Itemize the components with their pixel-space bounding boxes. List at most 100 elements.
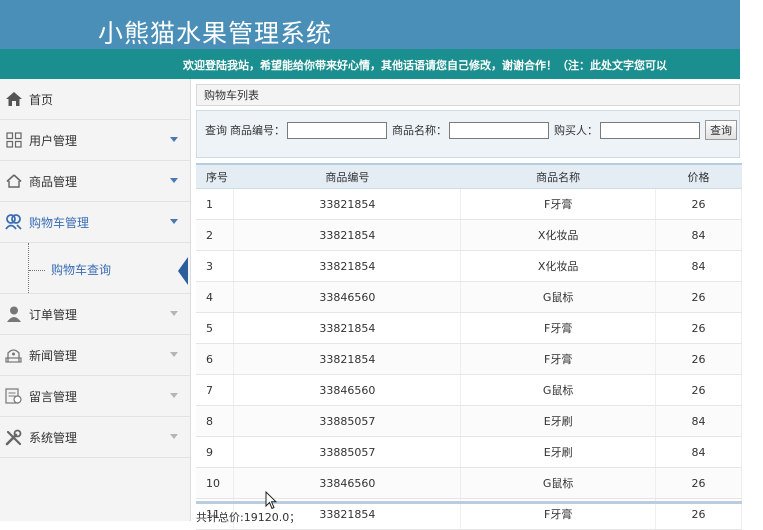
table-row[interactable]: 7 33846560 G鼠标 26: [196, 374, 742, 406]
buyer-input[interactable]: [600, 121, 700, 139]
table-cell: 33821854: [233, 343, 462, 375]
total-price: 共计总价:19120.0；: [196, 511, 301, 524]
table-cell: 2: [196, 219, 235, 251]
column-header: 价格: [655, 163, 742, 189]
table-cell: F牙膏: [460, 188, 657, 220]
sidebar-item-system[interactable]: 系统管理: [0, 417, 190, 458]
chevron-down-icon[interactable]: [170, 137, 178, 142]
table-row[interactable]: 4 33846560 G鼠标 26: [196, 281, 742, 313]
table-cell: 7: [196, 374, 235, 406]
table-row[interactable]: 6 33821854 F牙膏 26: [196, 343, 742, 375]
sidebar-item-label: 留言管理: [29, 389, 78, 404]
sidebar: 首页 用户管理 商品管理 购物车管理 购物车查询 订单管理 新闻管理 留言管理 …: [0, 79, 191, 521]
table-cell: 26: [655, 281, 742, 313]
table-cell: 33821854: [233, 188, 462, 220]
column-header: 序号: [196, 163, 234, 189]
sidebar-item-label: 首页: [29, 92, 54, 107]
table-cell: 33821854: [233, 312, 462, 344]
home-icon: [5, 91, 22, 108]
sidebar-item-home[interactable]: 首页: [0, 79, 190, 120]
table-cell: 26: [655, 343, 742, 375]
table-cell: 26: [655, 188, 742, 220]
table-cell: 26: [655, 312, 742, 344]
table-row[interactable]: 8 33885057 E牙刷 84: [196, 405, 742, 437]
tools-icon: [5, 429, 22, 446]
table-cell: 84: [655, 250, 742, 282]
table-bottom-border: [196, 501, 742, 504]
table-cell: E牙刷: [460, 436, 657, 468]
table-cell: F牙膏: [460, 343, 657, 375]
tree-connector: [28, 243, 45, 293]
table-cell: 33846560: [233, 281, 462, 313]
chevron-down-icon[interactable]: [170, 219, 178, 224]
sidebar-item-messages[interactable]: 留言管理: [0, 376, 190, 417]
search-panel: 查询 商品编号： 商品名称： 购买人： 查询: [196, 110, 740, 158]
table-header-row: 序号 商品编号 商品名称 价格: [196, 163, 742, 189]
table-cell: X化妆品: [460, 219, 657, 251]
message-icon: [5, 388, 22, 405]
chevron-down-icon[interactable]: [170, 434, 178, 439]
table-cell: 6: [196, 343, 235, 375]
sidebar-item-label: 订单管理: [29, 307, 78, 322]
chevron-down-icon[interactable]: [170, 311, 178, 316]
table-row[interactable]: 9 33885057 E牙刷 84: [196, 436, 742, 468]
sidebar-item-news[interactable]: 新闻管理: [0, 335, 190, 376]
table-cell: 5: [196, 312, 235, 344]
table-row[interactable]: 5 33821854 F牙膏 26: [196, 312, 742, 344]
table-cell: G鼠标: [460, 467, 657, 499]
sidebar-subitem-cart-query[interactable]: 购物车查询: [0, 243, 190, 294]
product-name-input[interactable]: [449, 121, 549, 139]
table-cell: 33885057: [233, 405, 462, 437]
product-code-label: 商品编号：: [230, 124, 285, 137]
table-cell: 33821854: [233, 250, 462, 282]
search-row: 查询 商品编号： 商品名称： 购买人： 查询: [205, 120, 737, 140]
chevron-down-icon[interactable]: [170, 352, 178, 357]
home-icon: [5, 173, 22, 190]
table-cell: 10: [196, 467, 235, 499]
sidebar-item-label: 新闻管理: [29, 348, 78, 363]
table-cell: 26: [655, 374, 742, 406]
table-cell: 84: [655, 219, 742, 251]
table-row[interactable]: 3 33821854 X化妆品 84: [196, 250, 742, 282]
chevron-down-icon[interactable]: [170, 393, 178, 398]
table-cell: F牙膏: [460, 312, 657, 344]
table-cell: 1: [196, 188, 235, 220]
marquee-bar: 欢迎登陆我站，希望能给你带来好心情，其他话语请您自己修改，谢谢合作！（注：此处文…: [0, 49, 740, 79]
sidebar-item-orders[interactable]: 订单管理: [0, 294, 190, 335]
product-name-label: 商品名称：: [392, 124, 447, 137]
sidebar-item-label: 用户管理: [29, 133, 78, 148]
sidebar-item-cart[interactable]: 购物车管理: [0, 202, 190, 243]
table-cell: 33885057: [233, 436, 462, 468]
table-cell: 26: [655, 467, 742, 499]
sidebar-item-users[interactable]: 用户管理: [0, 120, 190, 161]
table-cell: 84: [655, 405, 742, 437]
mouse-cursor-icon: [265, 490, 278, 513]
table-cell: X化妆品: [460, 250, 657, 282]
table-cell: 9: [196, 436, 235, 468]
table-cell: 3: [196, 250, 235, 282]
sidebar-item-label: 商品管理: [29, 174, 78, 189]
buyer-label: 购买人：: [554, 124, 598, 137]
users-icon: [5, 214, 22, 231]
table-row[interactable]: 10 33846560 G鼠标 26: [196, 467, 742, 499]
table-row[interactable]: 1 33821854 F牙膏 26: [196, 188, 742, 220]
news-icon: [5, 347, 22, 364]
table-row[interactable]: 2 33821854 X化妆品 84: [196, 219, 742, 251]
product-code-input[interactable]: [287, 121, 387, 139]
user-icon: [5, 306, 22, 323]
sidebar-item-products[interactable]: 商品管理: [0, 161, 190, 202]
main-content: 购物车列表 查询 商品编号： 商品名称： 购买人： 查询 序号 商品编号 商品名…: [196, 84, 742, 530]
search-prefix-label: 查询: [205, 124, 227, 137]
column-header: 商品名称: [460, 163, 656, 189]
table-cell: G鼠标: [460, 281, 657, 313]
table-cell: 84: [655, 436, 742, 468]
table-cell: 4: [196, 281, 235, 313]
welcome-marquee: 欢迎登陆我站，希望能给你带来好心情，其他话语请您自己修改，谢谢合作！（注：此处文…: [183, 59, 667, 72]
grid-icon: [5, 132, 22, 149]
table-cell: 8: [196, 405, 235, 437]
table-cell: G鼠标: [460, 374, 657, 406]
active-caret-icon: [178, 257, 188, 285]
search-button[interactable]: 查询: [705, 120, 737, 140]
column-header: 商品编号: [233, 163, 461, 189]
chevron-down-icon[interactable]: [170, 178, 178, 183]
